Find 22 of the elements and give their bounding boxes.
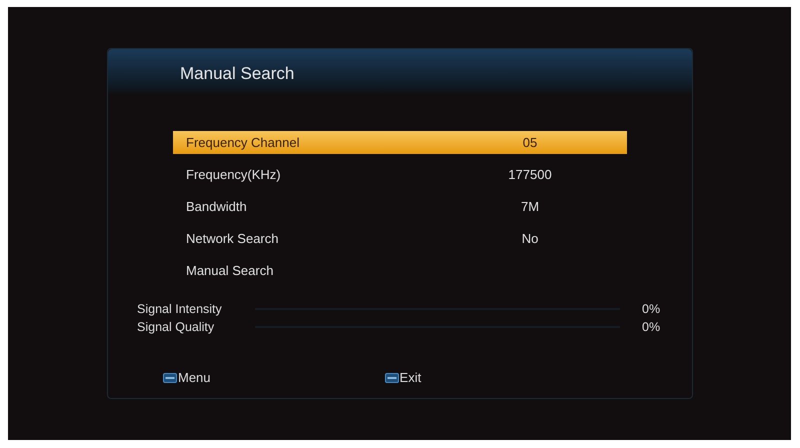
signal-label: Signal Intensity <box>137 300 223 318</box>
menu-label: Network Search <box>186 230 278 248</box>
menu-row[interactable]: Bandwidth 7M <box>173 195 627 218</box>
menu-item[interactable]: Manual Search <box>173 259 627 282</box>
remote-key-icon <box>163 372 177 383</box>
menu-row[interactable]: Frequency(KHz) 177500 <box>173 163 627 186</box>
menu-label: Frequency Channel <box>186 134 300 152</box>
signal-label: Signal Quality <box>137 318 216 336</box>
menu-row[interactable]: Network Search No <box>173 227 627 250</box>
signal-reading: 0% <box>642 300 660 318</box>
menu-row[interactable]: Frequency Channel 05 <box>173 131 627 154</box>
menu-value: No <box>520 230 540 248</box>
window-title: Manual Search <box>180 64 294 83</box>
hint-label: Exit <box>400 369 422 387</box>
menu-value: 177500 <box>507 166 553 184</box>
signal-reading: 0% <box>642 318 660 336</box>
hint-label: Menu <box>178 369 211 387</box>
menu-value: 7M <box>520 198 540 216</box>
menu-value: 05 <box>522 134 538 152</box>
remote-key-icon <box>384 372 399 383</box>
menu-label: Frequency(KHz) <box>186 166 281 184</box>
menu-label: Bandwidth <box>186 198 247 216</box>
